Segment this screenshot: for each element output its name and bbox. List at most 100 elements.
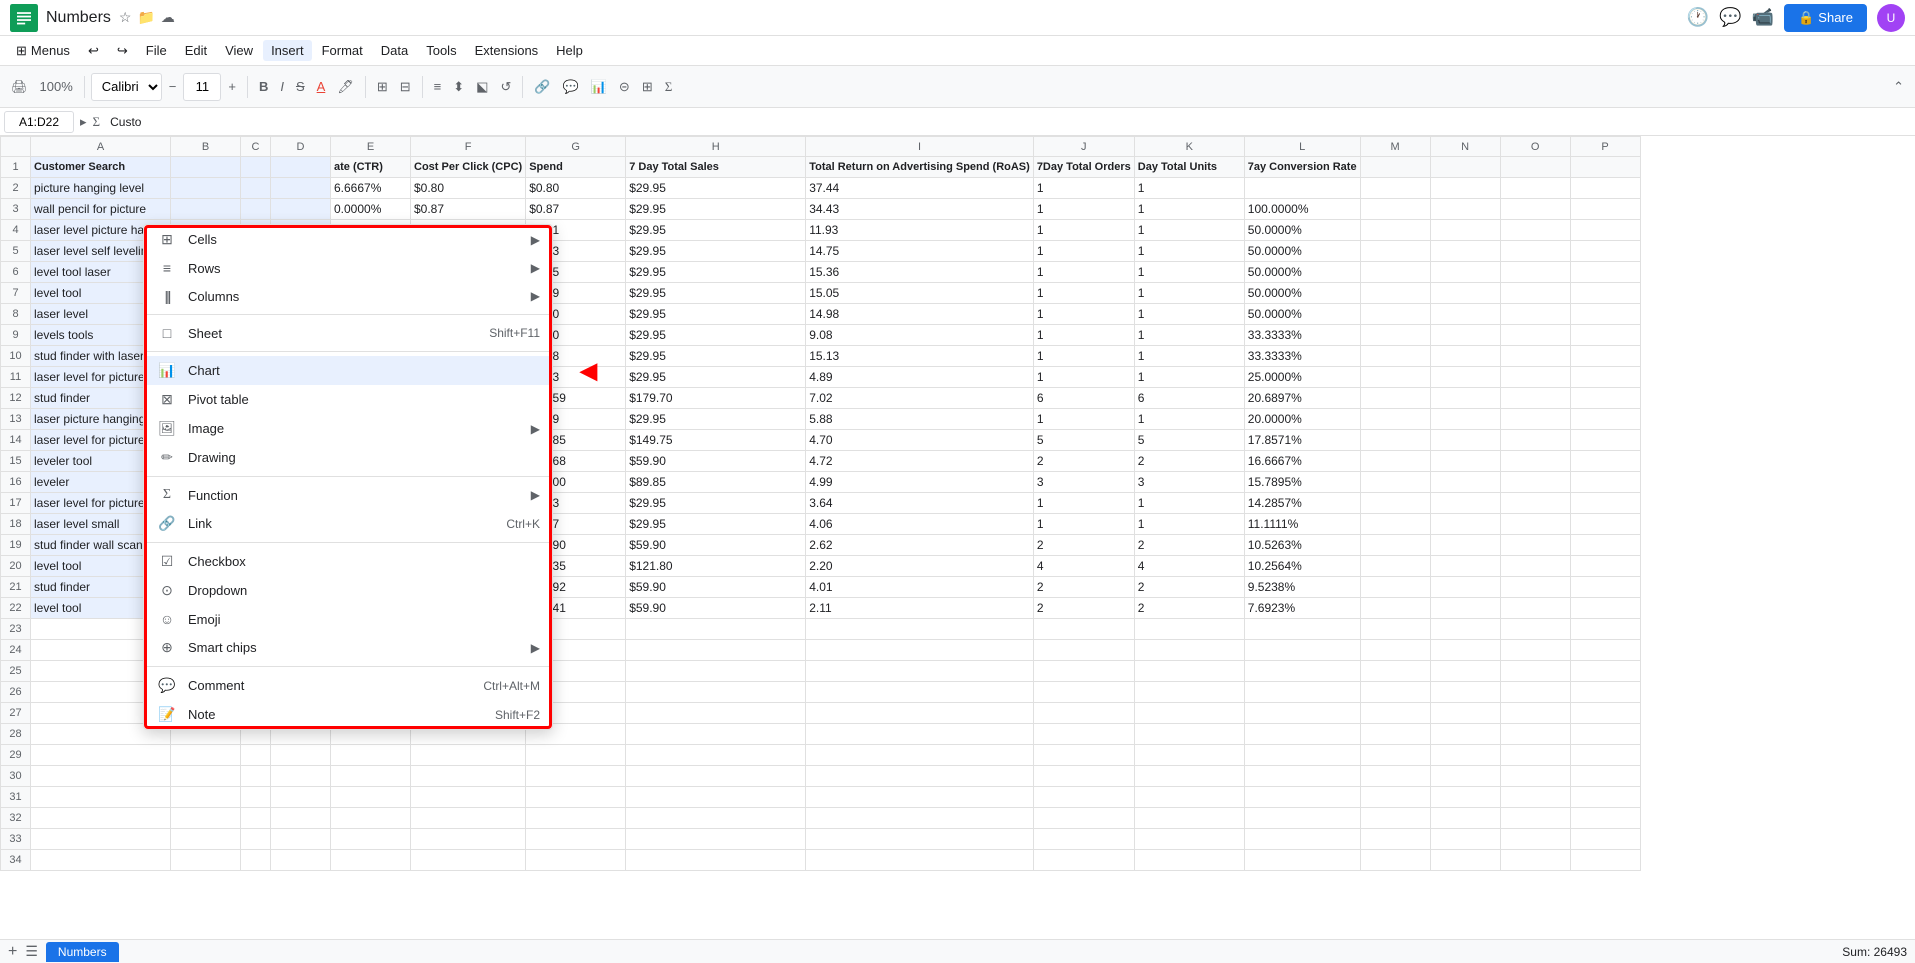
cell-o21[interactable] bbox=[1500, 577, 1570, 598]
cell-n16[interactable] bbox=[1430, 472, 1500, 493]
cell-i14[interactable]: 4.70 bbox=[806, 430, 1034, 451]
border-button[interactable]: ⊞ bbox=[372, 75, 393, 99]
cell-o6[interactable] bbox=[1500, 262, 1570, 283]
insert-cells[interactable]: ⊞ Cells ▶ bbox=[144, 225, 552, 254]
cell-o12[interactable] bbox=[1500, 388, 1570, 409]
cell-p25[interactable] bbox=[1570, 661, 1640, 682]
align-button[interactable]: ≡ bbox=[429, 75, 447, 98]
menu-help[interactable]: Help bbox=[548, 40, 591, 61]
insert-checkbox[interactable]: ☑ Checkbox bbox=[144, 547, 552, 576]
cell-h16[interactable]: $89.85 bbox=[626, 472, 806, 493]
cell-p16[interactable] bbox=[1570, 472, 1640, 493]
cell-c3[interactable] bbox=[241, 199, 271, 220]
cell-h14[interactable]: $149.75 bbox=[626, 430, 806, 451]
cell-o19[interactable] bbox=[1500, 535, 1570, 556]
cell-o13[interactable] bbox=[1500, 409, 1570, 430]
cell-m19[interactable] bbox=[1360, 535, 1430, 556]
cell-n12[interactable] bbox=[1430, 388, 1500, 409]
cell-m15[interactable] bbox=[1360, 451, 1430, 472]
cell-j20[interactable]: 4 bbox=[1033, 556, 1134, 577]
cell-n1[interactable] bbox=[1430, 157, 1500, 178]
cell-d33[interactable] bbox=[271, 829, 331, 850]
cell-i5[interactable]: 14.75 bbox=[806, 241, 1034, 262]
cell-n5[interactable] bbox=[1430, 241, 1500, 262]
chat-icon[interactable]: 💬 bbox=[1719, 7, 1741, 28]
cell-j1[interactable]: 7Day Total Orders bbox=[1033, 157, 1134, 178]
cell-l10[interactable]: 33.3333% bbox=[1244, 346, 1360, 367]
cell-h22[interactable]: $59.90 bbox=[626, 598, 806, 619]
cell-h6[interactable]: $29.95 bbox=[626, 262, 806, 283]
cell-l20[interactable]: 10.2564% bbox=[1244, 556, 1360, 577]
cell-p6[interactable] bbox=[1570, 262, 1640, 283]
cell-j29[interactable] bbox=[1033, 745, 1134, 766]
font-plus[interactable]: + bbox=[223, 75, 241, 98]
cell-i19[interactable]: 2.62 bbox=[806, 535, 1034, 556]
cell-a2[interactable]: picture hanging level bbox=[31, 178, 171, 199]
insert-comment[interactable]: 💬 Comment Ctrl+Alt+M bbox=[144, 671, 552, 700]
cell-e2[interactable]: 6.6667% bbox=[331, 178, 411, 199]
cell-b34[interactable] bbox=[171, 850, 241, 871]
insert-columns[interactable]: ||| Columns ▶ bbox=[144, 282, 552, 310]
cell-m7[interactable] bbox=[1360, 283, 1430, 304]
cell-l11[interactable]: 25.0000% bbox=[1244, 367, 1360, 388]
cell-m12[interactable] bbox=[1360, 388, 1430, 409]
cell-k31[interactable] bbox=[1134, 787, 1244, 808]
cell-o16[interactable] bbox=[1500, 472, 1570, 493]
cell-k13[interactable]: 1 bbox=[1134, 409, 1244, 430]
cell-n21[interactable] bbox=[1430, 577, 1500, 598]
cell-l25[interactable] bbox=[1244, 661, 1360, 682]
cell-h12[interactable]: $179.70 bbox=[626, 388, 806, 409]
cell-c33[interactable] bbox=[241, 829, 271, 850]
col-header-n[interactable]: N bbox=[1430, 137, 1500, 157]
cell-n15[interactable] bbox=[1430, 451, 1500, 472]
wrap-button[interactable]: ⬕ bbox=[471, 75, 493, 99]
cell-c29[interactable] bbox=[241, 745, 271, 766]
cell-l33[interactable] bbox=[1244, 829, 1360, 850]
cell-l13[interactable]: 20.0000% bbox=[1244, 409, 1360, 430]
cell-d30[interactable] bbox=[271, 766, 331, 787]
cell-k33[interactable] bbox=[1134, 829, 1244, 850]
cell-k28[interactable] bbox=[1134, 724, 1244, 745]
cell-d34[interactable] bbox=[271, 850, 331, 871]
folder-icon[interactable]: 📁 bbox=[137, 9, 154, 26]
menu-extensions[interactable]: Extensions bbox=[467, 40, 547, 61]
cell-f34[interactable] bbox=[411, 850, 526, 871]
cell-i12[interactable]: 7.02 bbox=[806, 388, 1034, 409]
cell-p29[interactable] bbox=[1570, 745, 1640, 766]
cell-l34[interactable] bbox=[1244, 850, 1360, 871]
cell-g1[interactable]: Spend bbox=[526, 157, 626, 178]
cell-a29[interactable] bbox=[31, 745, 171, 766]
cell-d1[interactable] bbox=[271, 157, 331, 178]
cell-h31[interactable] bbox=[626, 787, 806, 808]
share-button[interactable]: 🔒 Share bbox=[1784, 4, 1867, 32]
cell-p5[interactable] bbox=[1570, 241, 1640, 262]
cell-l1[interactable]: 7ay Conversion Rate bbox=[1244, 157, 1360, 178]
cell-o25[interactable] bbox=[1500, 661, 1570, 682]
col-header-h[interactable]: H bbox=[626, 137, 806, 157]
cell-p20[interactable] bbox=[1570, 556, 1640, 577]
insert-chart[interactable]: 📊 Chart ◀ bbox=[144, 356, 552, 385]
cell-n8[interactable] bbox=[1430, 304, 1500, 325]
sigma-button[interactable]: Σ bbox=[660, 75, 678, 99]
cell-h24[interactable] bbox=[626, 640, 806, 661]
insert-image[interactable]: 🖼 Image ▶ bbox=[144, 414, 552, 443]
cell-o23[interactable] bbox=[1500, 619, 1570, 640]
cell-c34[interactable] bbox=[241, 850, 271, 871]
cell-p34[interactable] bbox=[1570, 850, 1640, 871]
user-avatar[interactable]: U bbox=[1877, 4, 1905, 32]
cell-n22[interactable] bbox=[1430, 598, 1500, 619]
cell-l21[interactable]: 9.5238% bbox=[1244, 577, 1360, 598]
cell-p23[interactable] bbox=[1570, 619, 1640, 640]
cell-l5[interactable]: 50.0000% bbox=[1244, 241, 1360, 262]
cell-j14[interactable]: 5 bbox=[1033, 430, 1134, 451]
col-header-g[interactable]: G bbox=[526, 137, 626, 157]
cell-o11[interactable] bbox=[1500, 367, 1570, 388]
cell-i6[interactable]: 15.36 bbox=[806, 262, 1034, 283]
cell-c32[interactable] bbox=[241, 808, 271, 829]
cell-p30[interactable] bbox=[1570, 766, 1640, 787]
insert-rows[interactable]: ≡ Rows ▶ bbox=[144, 254, 552, 282]
cell-p15[interactable] bbox=[1570, 451, 1640, 472]
cell-l18[interactable]: 11.1111% bbox=[1244, 514, 1360, 535]
cell-f31[interactable] bbox=[411, 787, 526, 808]
cell-l15[interactable]: 16.6667% bbox=[1244, 451, 1360, 472]
